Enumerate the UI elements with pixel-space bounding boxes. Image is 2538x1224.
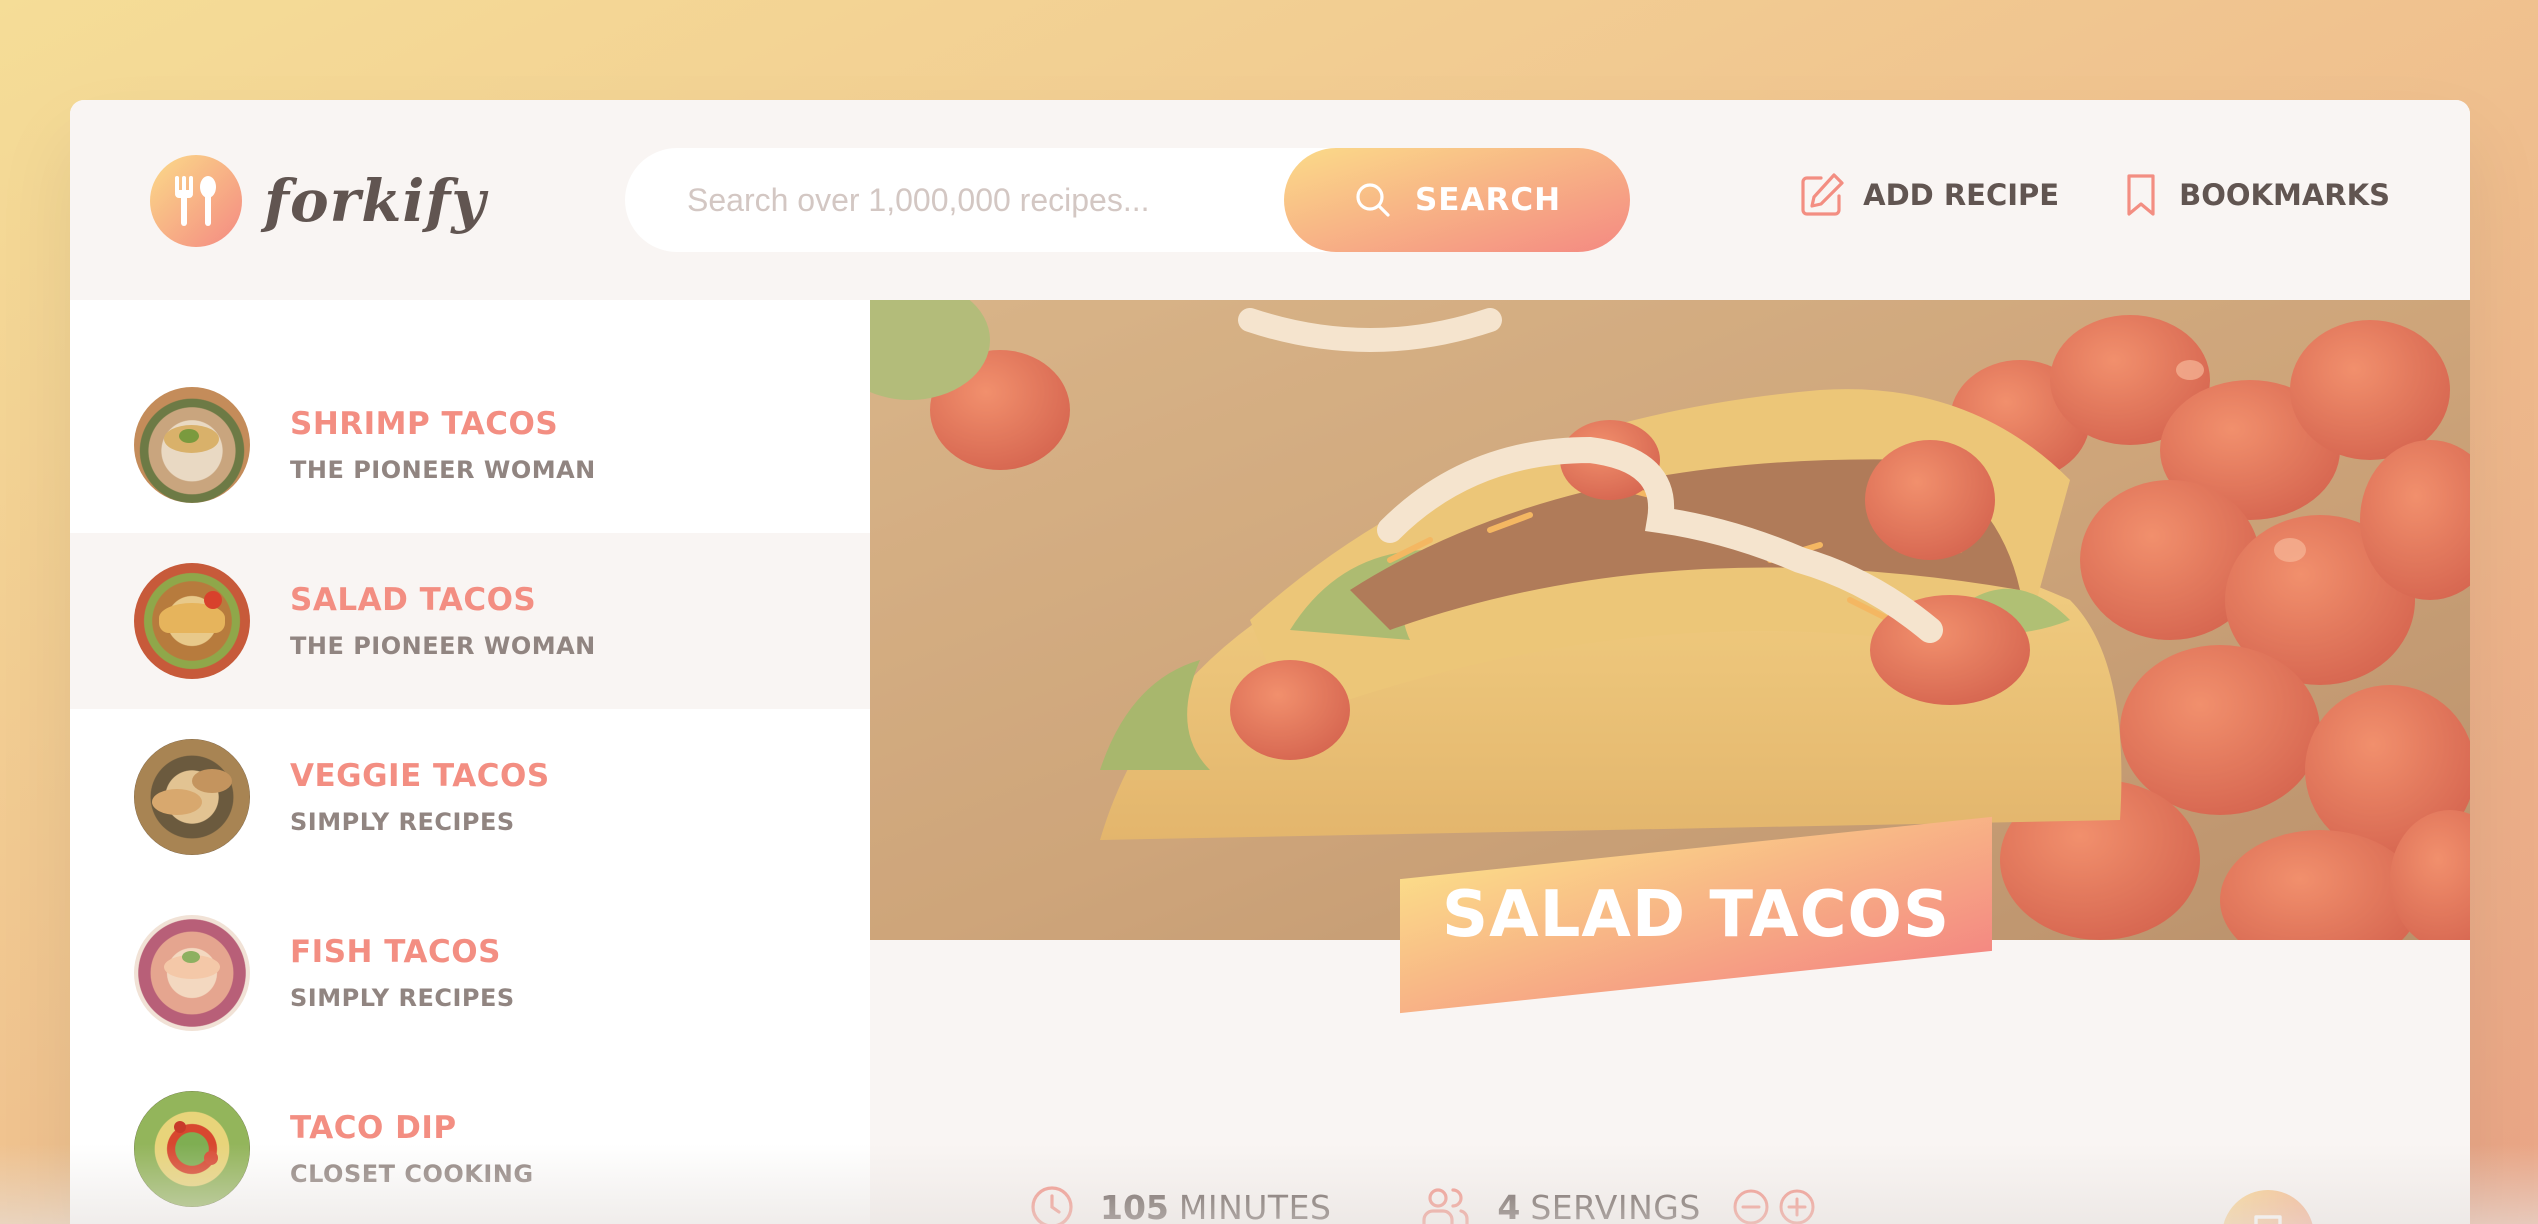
servings-label: SERVINGS — [1530, 1187, 1701, 1224]
search-results: SHRIMP TACOS THE PIONEER WOMAN SALAD TAC… — [70, 300, 870, 1224]
result-publisher: SIMPLY RECIPES — [290, 808, 515, 836]
result-title: VEGGIE TACOS — [290, 758, 550, 794]
result-item-taco-dip[interactable]: TACO DIP CLOSET COOKING — [70, 1061, 870, 1224]
increase-servings-button[interactable] — [1777, 1187, 1817, 1224]
cooking-time: 105 MINUTES — [1030, 1185, 1331, 1224]
add-recipe-label: ADD RECIPE — [1863, 178, 2060, 212]
search-form: SEARCH — [625, 148, 1630, 252]
search-button-label: SEARCH — [1414, 182, 1562, 218]
result-item-veggie-tacos[interactable]: VEGGIE TACOS SIMPLY RECIPES — [70, 709, 870, 885]
recipe-title: SALAD TACOS — [1442, 878, 1951, 952]
bookmark-icon — [2254, 1215, 2282, 1224]
result-item-fish-tacos[interactable]: FISH TACOS SIMPLY RECIPES — [70, 885, 870, 1061]
result-title: SALAD TACOS — [290, 582, 537, 618]
logo[interactable]: forkify — [150, 155, 486, 247]
logo-text: forkify — [264, 167, 487, 235]
search-input[interactable] — [685, 180, 1289, 220]
minus-circle-icon — [1733, 1189, 1769, 1224]
clock-icon — [1031, 1186, 1073, 1224]
result-title: FISH TACOS — [290, 934, 501, 970]
result-item-salad-tacos[interactable]: SALAD TACOS THE PIONEER WOMAN — [70, 533, 870, 709]
minutes-value: 105 — [1100, 1187, 1169, 1224]
servings: 4 SERVINGS — [1421, 1185, 1822, 1224]
plus-circle-icon — [1779, 1189, 1815, 1224]
servings-stepper — [1731, 1187, 1823, 1224]
bookmarks-label: BOOKMARKS — [2179, 178, 2390, 212]
result-title: TACO DIP — [290, 1110, 457, 1146]
result-title: SHRIMP TACOS — [290, 406, 559, 442]
recipe-details: 105 MINUTES 4 SERVINGS — [1030, 1185, 2330, 1224]
recipe-thumbnail — [134, 915, 250, 1031]
search-button[interactable]: SEARCH — [1284, 148, 1630, 252]
recipe-view: SALAD TACOS 105 MINUTES 4 SERVINGS — [870, 300, 2470, 1224]
fork-spoon-icon — [150, 155, 242, 247]
minutes-label: MINUTES — [1178, 1187, 1332, 1224]
recipe-thumbnail — [134, 387, 250, 503]
main-nav: ADD RECIPE BOOKMARKS — [1737, 172, 2390, 218]
bookmarks-button[interactable]: BOOKMARKS — [2121, 172, 2390, 218]
recipe-thumbnail — [134, 1091, 250, 1207]
result-publisher: CLOSET COOKING — [290, 1160, 534, 1188]
app-container: forkify SEARCH ADD RECIPE — [70, 100, 2470, 1224]
users-icon — [1422, 1188, 1469, 1224]
result-publisher: SIMPLY RECIPES — [290, 984, 515, 1012]
servings-value: 4 — [1497, 1187, 1521, 1224]
header: forkify SEARCH ADD RECIPE — [70, 100, 2470, 300]
result-publisher: THE PIONEER WOMAN — [290, 456, 596, 484]
add-recipe-button[interactable]: ADD RECIPE — [1799, 172, 2059, 218]
bookmark-icon — [2127, 174, 2155, 216]
recipe-photo — [870, 300, 2470, 940]
recipe-image — [870, 300, 2470, 940]
result-item-shrimp-tacos[interactable]: SHRIMP TACOS THE PIONEER WOMAN — [70, 357, 870, 533]
decrease-servings-button[interactable] — [1731, 1187, 1771, 1224]
edit-icon — [1801, 173, 1844, 216]
recipe-thumbnail — [134, 563, 250, 679]
recipe-thumbnail — [134, 739, 250, 855]
search-icon — [1356, 183, 1390, 217]
result-publisher: THE PIONEER WOMAN — [290, 632, 596, 660]
